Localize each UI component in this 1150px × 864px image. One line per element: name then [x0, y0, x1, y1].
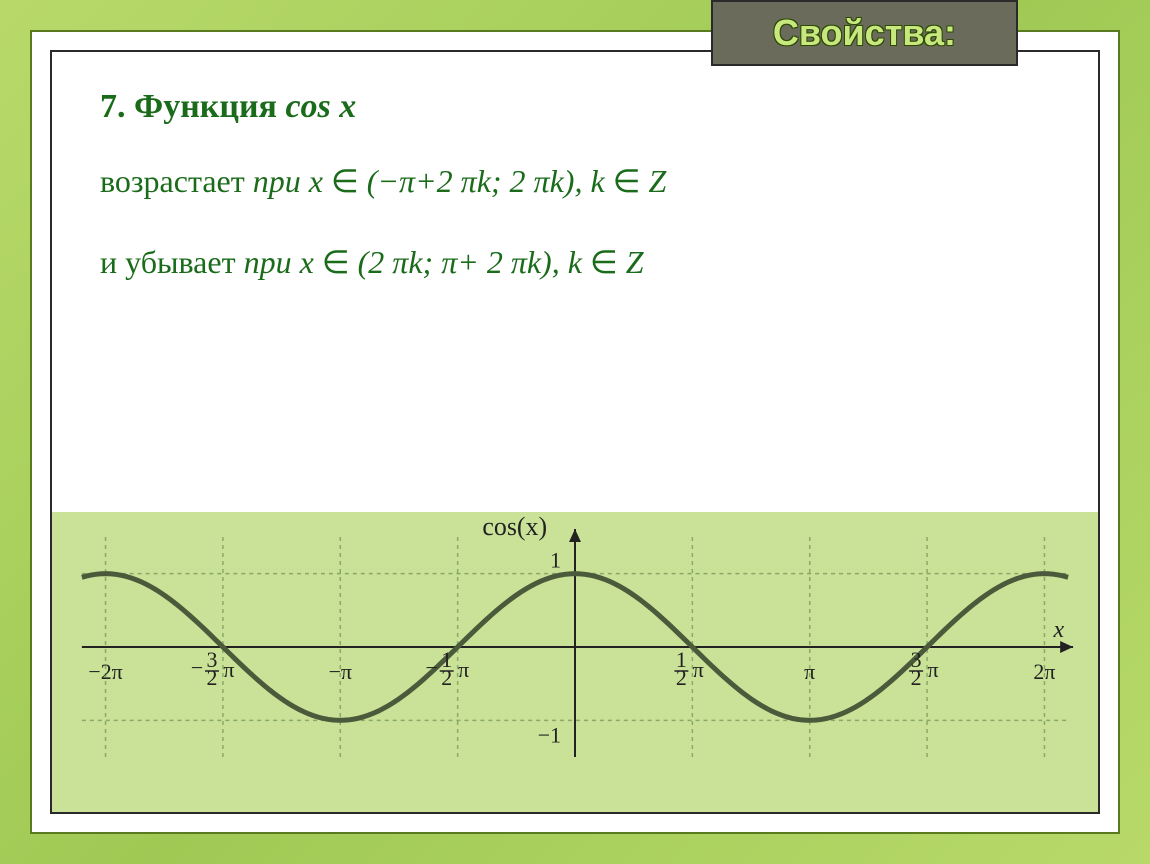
line2-in: ∈ [322, 244, 358, 280]
property-heading: 7. Функция cos x [100, 88, 1050, 126]
heading-prefix: 7. Функция [100, 88, 285, 125]
inner-frame: Свойства: 7. Функция cos x возрастает пр… [50, 50, 1100, 814]
svg-text:−π: −π [329, 659, 352, 684]
svg-text:2π: 2π [1033, 659, 1055, 684]
svg-text:−2π: −2π [88, 659, 122, 684]
line1-word: возрастает [100, 163, 253, 199]
svg-text:1: 1 [550, 548, 561, 573]
line2-expr: (2 πk; π+ 2 πk), k [358, 244, 590, 280]
header-title: Свойства: [773, 12, 956, 53]
svg-text:−: − [191, 655, 203, 680]
heading-func: cos x [285, 88, 356, 125]
line2-pri: при x [244, 244, 322, 280]
outer-frame: Свойства: 7. Функция cos x возрастает пр… [30, 30, 1120, 834]
svg-text:π: π [804, 659, 815, 684]
line2-set: Z [626, 244, 644, 280]
svg-text:x: x [1053, 617, 1065, 643]
svg-text:−: − [426, 655, 438, 680]
svg-text:2: 2 [911, 665, 922, 690]
cosine-chart: −2π−32π−π−12π12ππ32π2π−11cos(x)x [52, 512, 1098, 812]
header-badge: Свойства: [711, 0, 1018, 66]
svg-text:2: 2 [676, 665, 687, 690]
line1-in2: ∈ [613, 163, 649, 199]
line2-word: и убывает [100, 244, 244, 280]
cosine-plot-svg: −2π−32π−π−12π12ππ32π2π−11cos(x)x [52, 512, 1098, 812]
increasing-line: возрастает при x ∈ (−π+2 πk; 2 πk), k ∈ … [100, 156, 1050, 207]
decreasing-line: и убывает при x ∈ (2 πk; π+ 2 πk), k ∈ Z [100, 237, 1050, 288]
svg-text:2: 2 [206, 665, 217, 690]
svg-text:π: π [928, 657, 939, 682]
svg-text:π: π [223, 657, 234, 682]
svg-text:π: π [458, 657, 469, 682]
line2-in2: ∈ [590, 244, 626, 280]
slide-content: 7. Функция cos x возрастает при x ∈ (−π+… [52, 52, 1098, 348]
svg-text:2: 2 [441, 665, 452, 690]
svg-text:−1: −1 [538, 722, 561, 747]
line1-pri: при x [253, 163, 331, 199]
svg-text:cos(x): cos(x) [482, 512, 547, 541]
line1-expr: (−π+2 πk; 2 πk), k [367, 163, 613, 199]
line1-set: Z [649, 163, 667, 199]
line1-in: ∈ [331, 163, 367, 199]
svg-text:π: π [693, 657, 704, 682]
